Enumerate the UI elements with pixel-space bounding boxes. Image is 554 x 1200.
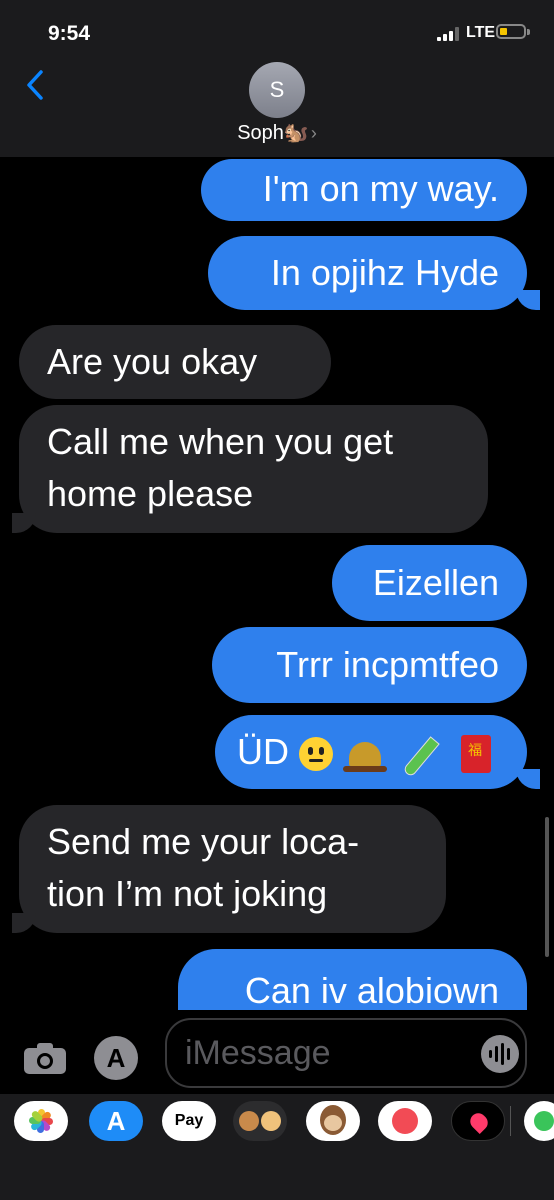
message-bubble[interactable]: Can iv alobiown [178, 949, 527, 1010]
message-text: ÜD [237, 731, 289, 772]
message-text-line: home please [47, 473, 254, 514]
message-text: Can iv alobiown [244, 970, 499, 1010]
imessage-input[interactable]: iMessage [165, 1018, 527, 1088]
battery-tip [527, 29, 530, 35]
message-bubble[interactable]: Send me your loca- tion I’m not joking [19, 805, 446, 933]
message-list[interactable]: I'm on my way. In opjihz Hyde Are you ok… [0, 157, 554, 1010]
contact-name: Soph🐿️ [237, 122, 309, 144]
heart-icon[interactable] [451, 1101, 505, 1141]
contact-name-button[interactable]: Soph🐿️ › [0, 120, 554, 145]
message-text: In opjihz Hyde [270, 252, 499, 293]
bubble-tail [12, 513, 36, 533]
sticker-app-icon[interactable] [524, 1101, 554, 1141]
app-drawer: A Pay [0, 1094, 554, 1200]
message-bubble[interactable]: I'm on my way. [201, 159, 527, 221]
message-bubble[interactable]: In opjihz Hyde [208, 236, 527, 310]
slightly-smiling-face-icon [299, 737, 334, 772]
web-search-icon[interactable] [378, 1101, 432, 1141]
contact-avatar[interactable]: S [249, 62, 305, 118]
message-bubble[interactable]: Eizellen [332, 545, 527, 621]
apple-pay-label: Pay [174, 1112, 204, 1129]
message-bubble[interactable]: Are you okay [19, 325, 331, 399]
red-envelope-icon [461, 735, 492, 774]
input-placeholder: iMessage [185, 1034, 331, 1072]
audio-message-button[interactable] [481, 1035, 519, 1073]
test-tube-icon [397, 735, 441, 773]
cellular-signal-icon [437, 27, 459, 41]
contact-chevron-icon: › [310, 123, 317, 143]
message-text: I'm on my way. [262, 168, 499, 209]
message-bubble[interactable]: ÜD [215, 715, 527, 789]
bellhop-bell-icon [343, 736, 388, 773]
memoji-icon[interactable] [233, 1101, 287, 1141]
app-store-icon[interactable]: A [89, 1101, 143, 1141]
message-text: Are you okay [47, 341, 258, 382]
back-chevron-icon[interactable] [26, 70, 44, 100]
monkey-icon[interactable] [306, 1101, 360, 1141]
message-text-line: Send me your loca- [47, 821, 360, 862]
bubble-tail [516, 290, 540, 310]
message-text: Trrr incpmtfeo [276, 644, 499, 685]
compose-bar: iMessage [0, 1010, 554, 1094]
status-bar: 9:54 LTE [0, 0, 554, 60]
bubble-tail [12, 913, 36, 933]
message-bubble[interactable]: Call me when you get home please [19, 405, 488, 533]
apps-button[interactable] [94, 1036, 138, 1080]
drawer-divider [510, 1106, 511, 1136]
bubble-tail [516, 769, 540, 789]
battery-icon [496, 24, 526, 39]
scroll-indicator[interactable] [545, 817, 549, 957]
camera-icon-lens [37, 1053, 53, 1069]
status-time: 9:54 [48, 22, 91, 45]
message-text-line: Call me when you get [47, 421, 394, 462]
apple-pay-icon[interactable]: Pay [162, 1101, 216, 1141]
network-type: LTE [466, 24, 496, 41]
camera-button[interactable] [24, 1042, 66, 1074]
message-bubble[interactable]: Trrr incpmtfeo [212, 627, 527, 703]
message-text: Eizellen [372, 562, 499, 603]
photos-icon[interactable] [14, 1101, 68, 1141]
message-text-line: tion I’m not joking [47, 873, 328, 914]
